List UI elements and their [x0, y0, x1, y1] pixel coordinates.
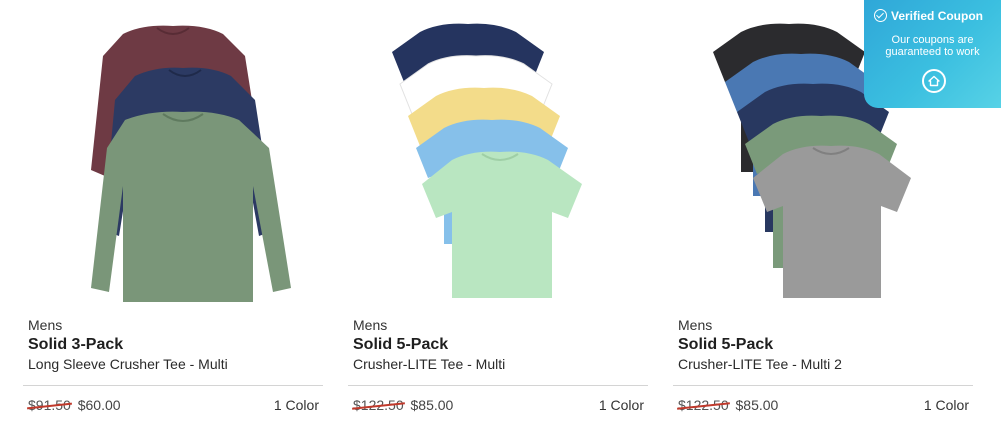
short-sleeve-shirts-image	[392, 23, 582, 298]
product-subtitle[interactable]: Crusher-LITE Tee - Multi 2	[678, 356, 842, 372]
house-icon	[928, 75, 940, 87]
product-image-crusher-lite-5-pack[interactable]	[348, 0, 648, 308]
product-category: Mens	[678, 317, 713, 333]
price-row: $122.50 $85.00	[678, 397, 778, 413]
price-row: $91.50 $60.00	[28, 397, 121, 413]
house-logo-icon[interactable]	[922, 69, 946, 93]
sale-price: $85.00	[735, 397, 779, 413]
verified-coupon-badge[interactable]: Verified Coupon Our coupons are guarante…	[864, 0, 1001, 108]
product-subtitle[interactable]: Crusher-LITE Tee - Multi	[353, 356, 505, 372]
divider	[673, 385, 973, 386]
color-count[interactable]: 1 Color	[599, 397, 644, 413]
product-category: Mens	[353, 317, 388, 333]
check-circle-icon	[874, 9, 887, 22]
product-card[interactable]: Mens Solid 3-Pack Long Sleeve Crusher Te…	[23, 0, 323, 448]
coupon-heading-text: Verified Coupon	[891, 9, 984, 23]
product-subtitle[interactable]: Long Sleeve Crusher Tee - Multi	[28, 356, 228, 372]
original-price: $91.50	[28, 397, 71, 413]
product-title[interactable]: Solid 5-Pack	[353, 336, 448, 354]
product-image-long-sleeve-3-pack[interactable]	[23, 0, 323, 308]
divider	[23, 385, 323, 386]
color-count[interactable]: 1 Color	[924, 397, 969, 413]
product-card[interactable]: Mens Solid 5-Pack Crusher-LITE Tee - Mul…	[348, 0, 648, 448]
price-row: $122.50 $85.00	[353, 397, 453, 413]
product-grid: Mens Solid 3-Pack Long Sleeve Crusher Te…	[0, 0, 1001, 448]
long-sleeve-shirts-image	[91, 25, 291, 303]
product-title[interactable]: Solid 5-Pack	[678, 336, 773, 354]
color-count[interactable]: 1 Color	[274, 397, 319, 413]
product-title[interactable]: Solid 3-Pack	[28, 336, 123, 354]
product-category: Mens	[28, 317, 63, 333]
original-price: $122.50	[678, 397, 729, 413]
original-price: $122.50	[353, 397, 404, 413]
coupon-heading: Verified Coupon	[874, 9, 983, 23]
sale-price: $85.00	[410, 397, 454, 413]
sale-price: $60.00	[77, 397, 121, 413]
divider	[348, 385, 648, 386]
coupon-description: Our coupons are guaranteed to work	[885, 34, 980, 58]
